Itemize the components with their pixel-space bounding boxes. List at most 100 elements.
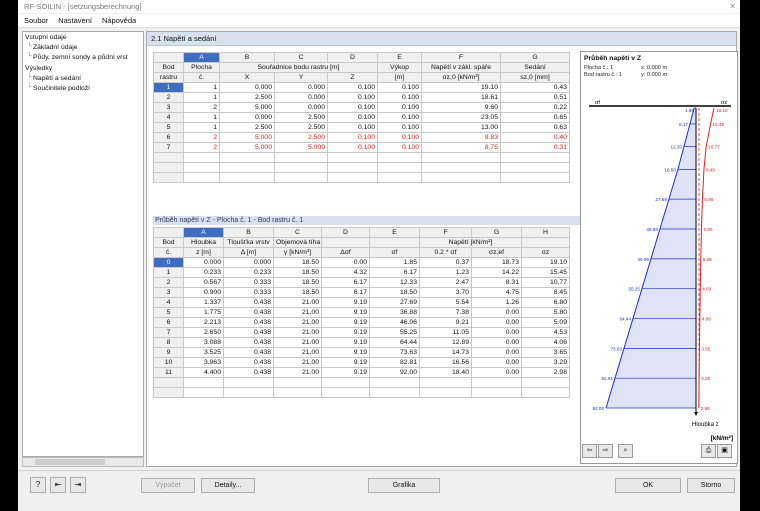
nav-soils[interactable]: Půdy, zemní sondy a půdní vrst bbox=[33, 54, 128, 61]
table-cell[interactable]: 0.65 bbox=[500, 112, 570, 123]
table-cell[interactable]: 21.00 bbox=[273, 357, 322, 368]
close-icon[interactable]: ✕ bbox=[723, 0, 736, 13]
next-arrow-icon[interactable]: ⇨ bbox=[598, 444, 613, 458]
table-cell[interactable]: 0.00 bbox=[471, 347, 522, 358]
table-cell[interactable]: 0.100 bbox=[377, 112, 422, 123]
table-cell[interactable]: 5.54 bbox=[419, 297, 472, 308]
table-cell[interactable]: 0.000 bbox=[274, 82, 328, 93]
table-cell[interactable]: 0.00 bbox=[321, 257, 370, 268]
table-cell[interactable]: 19.10 bbox=[521, 257, 570, 268]
table-cell[interactable]: 18.50 bbox=[369, 287, 420, 298]
table-cell[interactable]: 2.500 bbox=[219, 122, 275, 133]
table-cell[interactable]: 0.00 bbox=[471, 357, 522, 368]
table-cell[interactable]: 73.63 bbox=[369, 347, 420, 358]
calculate-button[interactable]: Výpočet bbox=[141, 478, 195, 493]
table-cell[interactable]: 18.40 bbox=[419, 367, 472, 378]
table-cell[interactable]: 4.06 bbox=[521, 337, 570, 348]
table-cell[interactable]: 11.05 bbox=[419, 327, 472, 338]
menu-soubor[interactable]: Soubor bbox=[24, 16, 48, 25]
table-cell[interactable]: 5.000 bbox=[274, 142, 328, 153]
table-cell[interactable]: 5.09 bbox=[521, 317, 570, 328]
table-cell[interactable]: 2.213 bbox=[183, 317, 224, 328]
table-cell[interactable]: 2.98 bbox=[521, 367, 570, 378]
table-cell[interactable]: 0.438 bbox=[223, 337, 274, 348]
table-cell[interactable]: 0.100 bbox=[377, 132, 422, 143]
table-cell[interactable]: 0.100 bbox=[377, 102, 422, 113]
table-cell[interactable]: 2.500 bbox=[274, 132, 328, 143]
table-cell[interactable]: 0.100 bbox=[377, 142, 422, 153]
row-number[interactable]: 0 bbox=[153, 257, 184, 268]
table-cell[interactable]: 0.438 bbox=[223, 317, 274, 328]
table-cell[interactable]: 0.00 bbox=[471, 337, 522, 348]
table-cell[interactable]: 64.44 bbox=[369, 337, 420, 348]
row-number[interactable]: 1 bbox=[153, 267, 184, 278]
table-cell[interactable]: 0.567 bbox=[183, 277, 224, 288]
table-cell[interactable]: 3.963 bbox=[183, 357, 224, 368]
table-cell[interactable]: 5.000 bbox=[219, 102, 275, 113]
table-cell[interactable]: 16.56 bbox=[419, 357, 472, 368]
table-cell[interactable]: 0.000 bbox=[219, 82, 275, 93]
row-number[interactable]: 4 bbox=[153, 112, 184, 123]
table-cell[interactable]: 18.73 bbox=[471, 257, 522, 268]
row-number[interactable]: 2 bbox=[153, 92, 184, 103]
table-cell[interactable]: 3.525 bbox=[183, 347, 224, 358]
table-cell[interactable]: 0.438 bbox=[223, 297, 274, 308]
row-number[interactable]: 3 bbox=[153, 102, 184, 113]
table-cell[interactable]: 46.06 bbox=[369, 317, 420, 328]
table-cell[interactable]: 0.43 bbox=[500, 82, 570, 93]
table-cell[interactable]: 7.38 bbox=[419, 307, 472, 318]
table-cell[interactable]: 2.500 bbox=[219, 92, 275, 103]
table-cell[interactable]: 6.17 bbox=[321, 277, 370, 288]
row-number[interactable]: 11 bbox=[153, 367, 184, 378]
table-cell[interactable]: 0.438 bbox=[223, 307, 274, 318]
table-cell[interactable]: 6.80 bbox=[521, 297, 570, 308]
table-cell[interactable]: 1.337 bbox=[183, 297, 224, 308]
table-cell[interactable]: 0.438 bbox=[223, 357, 274, 368]
table-cell[interactable]: 15.45 bbox=[521, 267, 570, 278]
table-cell[interactable]: 9.19 bbox=[321, 327, 370, 338]
nav-basic-data[interactable]: Základní údaje bbox=[33, 44, 78, 51]
table-cell[interactable]: 1.775 bbox=[183, 307, 224, 318]
col-letter[interactable]: B bbox=[223, 227, 274, 238]
col-letter[interactable]: H bbox=[521, 227, 570, 238]
table-cell[interactable]: 6.17 bbox=[321, 287, 370, 298]
table-cell[interactable]: 1.26 bbox=[471, 297, 522, 308]
row-number[interactable]: 8 bbox=[153, 337, 184, 348]
col-letter[interactable]: G bbox=[471, 227, 522, 238]
row-number[interactable]: 5 bbox=[153, 307, 184, 318]
nav-stress-settlement[interactable]: Napětí a sedání bbox=[33, 75, 81, 82]
table-cell[interactable]: 18.50 bbox=[273, 277, 322, 288]
menu-nastaveni[interactable]: Nastavení bbox=[58, 16, 92, 25]
table-cell[interactable]: 1 bbox=[183, 112, 220, 123]
table-cell[interactable]: 92.00 bbox=[369, 367, 420, 378]
table-cell[interactable]: 5.000 bbox=[219, 132, 275, 143]
cancel-button[interactable]: Storno bbox=[687, 478, 735, 493]
table-cell[interactable]: 18.61 bbox=[421, 92, 501, 103]
table-cell[interactable]: 21.00 bbox=[273, 347, 322, 358]
table-cell[interactable]: 1 bbox=[183, 82, 220, 93]
table-cell[interactable]: 2.47 bbox=[419, 277, 472, 288]
table-cell[interactable]: 82.81 bbox=[369, 357, 420, 368]
table-cell[interactable]: 0.438 bbox=[223, 347, 274, 358]
table-cell[interactable]: 55.25 bbox=[369, 327, 420, 338]
row-number[interactable]: 3 bbox=[153, 287, 184, 298]
table-cell[interactable]: 21.00 bbox=[273, 297, 322, 308]
col-letter[interactable]: F bbox=[419, 227, 472, 238]
table-cell[interactable]: 1.85 bbox=[369, 257, 420, 268]
table-cell[interactable]: 19.10 bbox=[421, 82, 501, 93]
col-letter[interactable]: A bbox=[183, 227, 224, 238]
table-cell[interactable]: 0.31 bbox=[500, 142, 570, 153]
table-cell[interactable]: 18.50 bbox=[273, 287, 322, 298]
row-number[interactable]: 1 bbox=[153, 82, 184, 93]
export-table-icon[interactable]: ⇥ bbox=[70, 477, 86, 493]
details-button[interactable]: Detaily... bbox=[201, 478, 255, 493]
table-cell[interactable]: 0.00 bbox=[471, 327, 522, 338]
col-letter[interactable]: C bbox=[274, 52, 328, 63]
table-cell[interactable]: 0.000 bbox=[274, 102, 328, 113]
table-cell[interactable]: 5.80 bbox=[521, 307, 570, 318]
table-cell[interactable]: 0.333 bbox=[223, 277, 274, 288]
table-cell[interactable]: 0.100 bbox=[327, 82, 378, 93]
table-cell[interactable]: 9.19 bbox=[321, 357, 370, 368]
table-cell[interactable]: 0.37 bbox=[419, 257, 472, 268]
prev-arrow-icon[interactable]: ⇦ bbox=[582, 444, 597, 458]
